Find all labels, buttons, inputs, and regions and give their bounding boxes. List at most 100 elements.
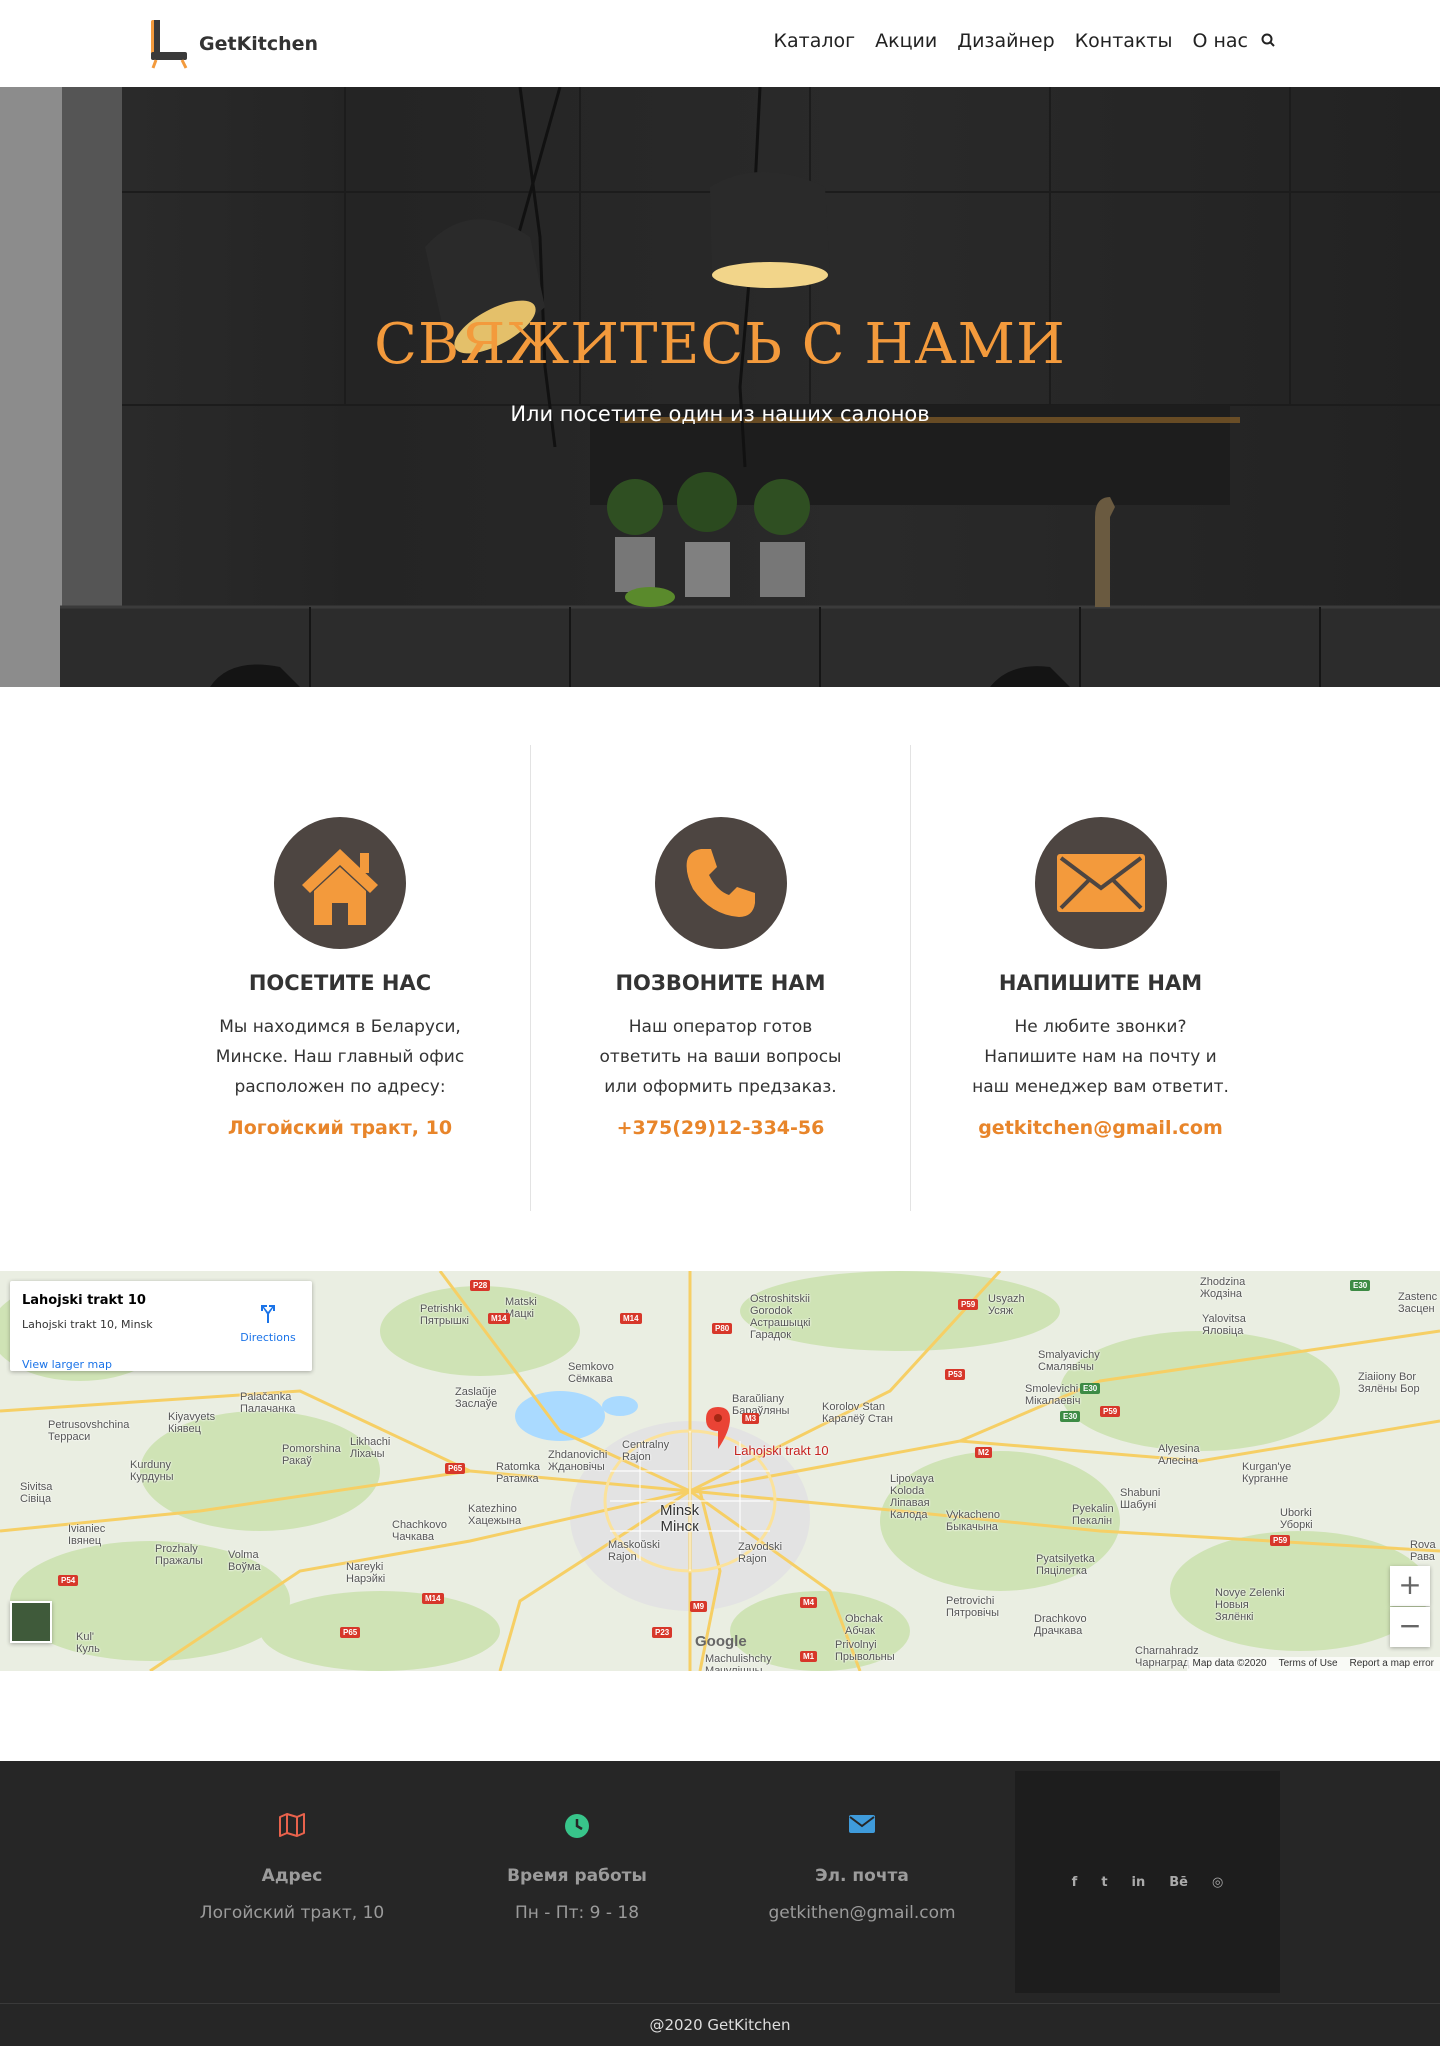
town-label: Petrishki Пятрышкі: [420, 1303, 470, 1327]
town-label: Pyekalin Пекалін: [1072, 1503, 1114, 1527]
nav-designer[interactable]: Дизайнер: [957, 30, 1054, 52]
town-label: Uborki Уборкі: [1280, 1507, 1313, 1531]
email-link[interactable]: getkitchen@gmail.com: [911, 1117, 1290, 1139]
write-title: НАПИШИТЕ НАМ: [998, 971, 1203, 995]
road-label: M14: [422, 1593, 444, 1604]
report-error-link[interactable]: Report a map error: [1350, 1657, 1434, 1671]
house-icon-circle: [274, 817, 406, 949]
road-label: M4: [800, 1597, 818, 1608]
footer-address-label: Адрес: [261, 1866, 323, 1886]
town-label: Chachkovo Чачкава: [392, 1519, 448, 1543]
directions-button[interactable]: Directions: [240, 1303, 296, 1344]
visit-text: Мы находимся в Беларуси, Минске. Наш гла…: [215, 1017, 465, 1097]
place-name: Lahojski trakt 10: [22, 1293, 146, 1308]
write-text: Не любите звонки? Напишите нам на почту …: [972, 1017, 1229, 1097]
logo[interactable]: GetKitchen: [148, 18, 318, 70]
address-link[interactable]: Логойский тракт, 10: [150, 1117, 530, 1139]
zoom-out-button[interactable]: −: [1390, 1607, 1430, 1647]
town-label: Zaslaŭje Заслаўе: [455, 1386, 498, 1410]
road-label: P59: [1100, 1406, 1121, 1417]
road-label: M1: [800, 1651, 818, 1662]
directions-icon: [261, 1305, 275, 1323]
town-label: Lipovaya Koloda Ліпавая Калода: [890, 1473, 935, 1521]
pendant-lamp-right: [710, 172, 830, 288]
envelope-icon: [1057, 854, 1145, 912]
road-label: M9: [690, 1601, 708, 1612]
town-label: Sivitsa Сівіца: [20, 1481, 53, 1505]
visit-title: ПОСЕТИТЕ НАС: [248, 971, 432, 995]
nav-about[interactable]: О нас: [1192, 30, 1248, 52]
road-label: M2: [975, 1447, 993, 1458]
town-label: Privolnyi Прывольны: [835, 1639, 895, 1663]
plant-pots: [607, 472, 810, 607]
town-label: Maskoŭski Rajon: [608, 1539, 660, 1563]
facebook-icon[interactable]: f: [1072, 1875, 1078, 1890]
city-label: Minsk Мінск: [660, 1502, 700, 1535]
visit-card: ПОСЕТИТЕ НАС Мы находимся в Беларуси, Ми…: [150, 745, 530, 1211]
road-label: E30: [1080, 1383, 1101, 1394]
town-label: Novye Zelenki Новыя Зялёнкі: [1215, 1587, 1285, 1623]
town-label: Volma Воўма: [228, 1549, 261, 1573]
place-address: Lahojski trakt 10, Minsk: [22, 1318, 153, 1331]
footer-email: Эл. почта getkithen@gmail.com: [732, 1813, 992, 1923]
road-label: P65: [340, 1627, 361, 1638]
town-label: Petrusovshchina Терраси: [48, 1419, 130, 1443]
linkedin-icon[interactable]: in: [1132, 1875, 1146, 1890]
nav-contacts[interactable]: Контакты: [1075, 30, 1173, 52]
town-label: Yalovitsa Яловіца: [1202, 1313, 1246, 1337]
twitter-icon[interactable]: t: [1101, 1875, 1107, 1890]
kitchen-photo: [0, 87, 1440, 687]
town-label: Alyesina Алесіна: [1158, 1443, 1200, 1467]
town-label: Shabuni Шабуні: [1120, 1487, 1161, 1511]
footer-hours-value: Пн - Пт: 9 - 18: [514, 1903, 640, 1923]
zoom-in-button[interactable]: +: [1390, 1566, 1430, 1606]
social-links: f t in Bē ◎: [1015, 1875, 1280, 1890]
dribbble-icon[interactable]: ◎: [1212, 1875, 1223, 1890]
town-label: Nareyki Нарэйкі: [346, 1561, 386, 1585]
view-larger-map-link[interactable]: View larger map: [22, 1358, 112, 1371]
envelope-icon-circle: [1035, 817, 1167, 949]
road-label: M3: [742, 1413, 760, 1424]
terms-link[interactable]: Terms of Use: [1279, 1657, 1338, 1671]
road-label: P80: [712, 1323, 733, 1334]
behance-icon[interactable]: Bē: [1169, 1875, 1188, 1890]
town-label: Zavodski Rajon: [738, 1541, 783, 1565]
town-label: Zhodzina Жодзіна: [1200, 1276, 1246, 1300]
call-text: Наш оператор готов ответить на ваши вопр…: [599, 1017, 842, 1097]
phone-icon-circle: [655, 817, 787, 949]
road-label: P59: [1270, 1535, 1291, 1546]
town-label: Ostroshitskii Gorodok Астрашыцкі Гарадок: [750, 1293, 811, 1341]
phone-icon: [686, 849, 755, 917]
search-icon[interactable]: [1260, 32, 1278, 50]
phone-link[interactable]: +375(29)12-334-56: [531, 1117, 910, 1139]
town-label: Prozhaly Пражалы: [155, 1543, 203, 1567]
google-map[interactable]: Lahojski trakt 10 Lahojski trakt 10, Min…: [0, 1271, 1440, 1671]
nav-promotions[interactable]: Акции: [875, 30, 937, 52]
town-label: Kiyavyets Кіявец: [168, 1411, 216, 1435]
hero-title: СВЯЖИТЕСЬ С НАМИ: [374, 312, 1066, 377]
satellite-toggle[interactable]: [10, 1601, 52, 1643]
town-label: Ratomka Ратамка: [496, 1461, 541, 1485]
road-label: P53: [945, 1369, 966, 1380]
nav-catalog[interactable]: Каталог: [774, 30, 856, 52]
site-header: GetKitchen Каталог Акции Дизайнер Контак…: [0, 0, 1440, 87]
site-footer: Адрес Логойский тракт, 10 Время работы П…: [0, 1761, 1440, 2046]
town-label: Zastenc Засцен: [1398, 1291, 1438, 1315]
road-label: P23: [652, 1627, 673, 1638]
main-nav: Каталог Акции Дизайнер Контакты О нас: [754, 30, 1279, 52]
town-label: Pyatsilyetka Пяцілетка: [1036, 1553, 1095, 1577]
directions-label: Directions: [240, 1331, 296, 1344]
town-label: Drachkovo Драчкава: [1034, 1613, 1087, 1637]
town-label: Korolov Stan Каралёў Стан: [822, 1401, 893, 1425]
town-label: Likhachi Ліхачы: [350, 1436, 391, 1460]
place-card: Lahojski trakt 10 Lahojski trakt 10, Min…: [10, 1281, 312, 1371]
town-label: Obchak Абчак: [845, 1613, 883, 1637]
map-icon: [279, 1813, 305, 1837]
clock-icon: [565, 1814, 589, 1838]
google-logo: Google: [695, 1633, 747, 1650]
copyright: @2020 GetKitchen: [0, 2003, 1440, 2046]
footer-email-value[interactable]: getkithen@gmail.com: [732, 1903, 992, 1923]
footer-hours: Время работы Пн - Пт: 9 - 18: [447, 1813, 707, 1923]
envelope-icon: [849, 1815, 875, 1833]
house-icon: [302, 849, 378, 925]
